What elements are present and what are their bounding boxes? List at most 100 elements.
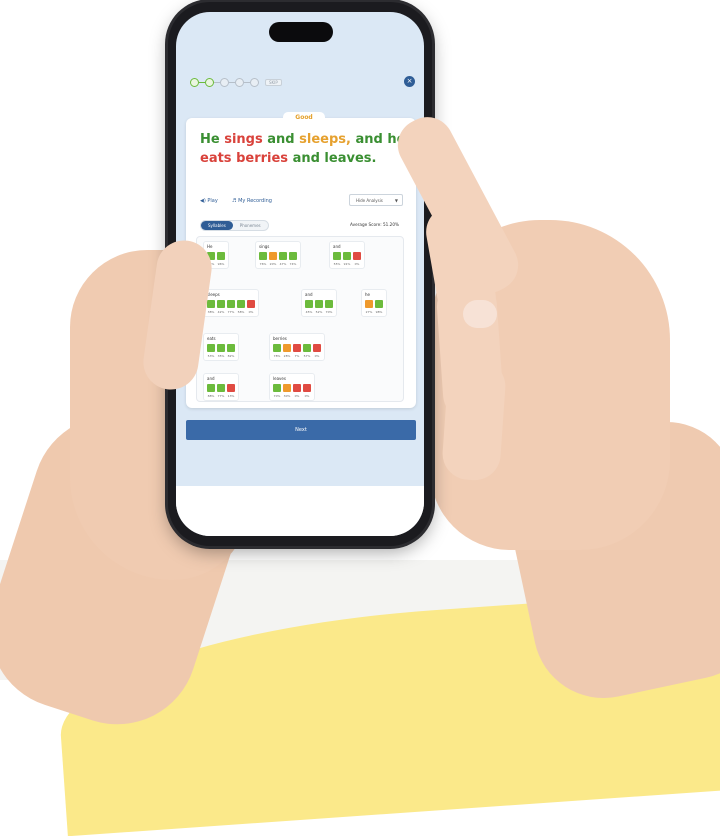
syllable-percent: 38% <box>207 310 215 314</box>
average-score: Average Score: 51.20% <box>350 222 399 227</box>
syllable-percent: 77% <box>217 394 225 398</box>
syllable-cell[interactable] <box>333 252 341 260</box>
syllable-cell[interactable] <box>283 384 291 392</box>
sentence-word: and <box>267 132 295 147</box>
syllable-cell[interactable] <box>217 252 225 260</box>
syllable-cell[interactable] <box>269 252 277 260</box>
word-label: He <box>207 244 213 249</box>
progress-step <box>190 78 199 87</box>
sentence-word: eats <box>200 151 232 166</box>
syllable-percent: 42% <box>217 310 225 314</box>
syllable-percent: 82% <box>227 354 235 358</box>
syllable-cell[interactable] <box>207 300 215 308</box>
syllable-cell[interactable] <box>247 300 255 308</box>
syllable-percent: 30% <box>283 394 291 398</box>
syllable-percent: 77% <box>227 310 235 314</box>
syllable-percent: 0% <box>314 354 320 358</box>
syllable-percent: 0% <box>248 310 254 314</box>
syllable-cell[interactable] <box>217 344 225 352</box>
syllable-percent: 47% <box>279 262 287 266</box>
syllable-percent: 78% <box>273 354 281 358</box>
analysis-tabs: Syllables Phonemes <box>200 220 269 231</box>
sentence-word: and leaves. <box>292 151 377 166</box>
analysis-select-value: Hide Analysis <box>356 198 383 203</box>
progress-step <box>235 78 244 87</box>
syllable-grid: He74%96%sings76%20%47%74%and55%91%0%slee… <box>196 236 404 402</box>
word-label: sleeps <box>207 292 220 297</box>
my-recording-button[interactable]: ♬ My Recording <box>232 198 272 204</box>
syllable-cell[interactable] <box>293 344 301 352</box>
word-label: berries <box>273 336 287 341</box>
dynamic-island <box>269 22 333 42</box>
word-score-block: sleeps 38% 42% 77% 58% 0% <box>203 289 259 317</box>
syllable-percent: 13% <box>227 394 235 398</box>
syllable-percent: 70% <box>325 310 333 314</box>
syllable-percent: 52% <box>315 310 323 314</box>
syllable-percent: 57% <box>303 354 311 358</box>
syllable-cell[interactable] <box>237 300 245 308</box>
syllable-percent: 28% <box>283 354 291 358</box>
syllable-percent: 70% <box>273 394 281 398</box>
word-label: he <box>365 292 370 297</box>
syllable-cell[interactable] <box>313 344 321 352</box>
tab-syllables[interactable]: Syllables <box>201 221 233 230</box>
syllable-percent: 20% <box>269 262 277 266</box>
syllable-percent: 96% <box>217 262 225 266</box>
syllable-percent: 0% <box>354 262 360 266</box>
word-score-block: berries 78% 28% 7% 57% 0% <box>269 333 325 361</box>
skip-button[interactable]: SKIP <box>265 79 282 86</box>
word-label: and <box>305 292 313 297</box>
syllable-cell[interactable] <box>353 252 361 260</box>
analysis-select[interactable]: Hide Analysis ▼ <box>349 194 403 206</box>
word-label: eats <box>207 336 216 341</box>
word-score-block: and 45% 52% 70% <box>301 289 337 317</box>
syllable-cell[interactable] <box>207 384 215 392</box>
syllable-cell[interactable] <box>273 384 281 392</box>
sentence-text: He sings and sleeps, and he eats berries… <box>200 130 410 168</box>
sentence-word: sleeps, <box>299 132 351 147</box>
screen-bottom-area <box>176 486 424 536</box>
syllable-cell[interactable] <box>303 384 311 392</box>
syllable-cell[interactable] <box>375 300 383 308</box>
play-label: Play <box>207 198 218 204</box>
syllable-cell[interactable] <box>305 300 313 308</box>
fingernail <box>463 300 497 328</box>
syllable-cell[interactable] <box>293 384 301 392</box>
syllable-cell[interactable] <box>283 344 291 352</box>
syllable-cell[interactable] <box>217 384 225 392</box>
syllable-cell[interactable] <box>227 344 235 352</box>
syllable-cell[interactable] <box>315 300 323 308</box>
syllable-cell[interactable] <box>273 344 281 352</box>
syllable-cell[interactable] <box>259 252 267 260</box>
word-score-block: and 55% 91% 0% <box>329 241 365 269</box>
tab-phonemes[interactable]: Phonemes <box>233 221 268 230</box>
sentence-word: sings <box>224 132 263 147</box>
syllable-cell[interactable] <box>289 252 297 260</box>
syllable-cell[interactable] <box>227 384 235 392</box>
syllable-cell[interactable] <box>325 300 333 308</box>
word-label: and <box>207 376 215 381</box>
syllable-cell[interactable] <box>279 252 287 260</box>
close-icon[interactable]: × <box>404 76 415 87</box>
exercise-card: Good He sings and sleeps, and he eats be… <box>186 112 416 408</box>
syllable-percent: 0% <box>304 394 310 398</box>
syllable-cell[interactable] <box>227 300 235 308</box>
word-score-block: eats 53% 35% 82% <box>203 333 239 361</box>
play-button[interactable]: ◀) Play <box>200 198 218 204</box>
syllable-cell[interactable] <box>343 252 351 260</box>
phone-screen: SKIP × Good He sings and sleeps, and he … <box>176 12 424 536</box>
syllable-cell[interactable] <box>365 300 373 308</box>
syllable-percent: 88% <box>207 394 215 398</box>
syllable-percent: 53% <box>207 354 215 358</box>
word-score-block: leaves 70% 30% 0% 0% <box>269 373 315 401</box>
syllable-cell[interactable] <box>207 344 215 352</box>
next-button[interactable]: Next <box>186 420 416 440</box>
progress-step <box>250 78 259 87</box>
syllable-percent: 98% <box>375 310 383 314</box>
syllable-cell[interactable] <box>217 300 225 308</box>
syllable-percent: 76% <box>259 262 267 266</box>
syllable-cell[interactable] <box>303 344 311 352</box>
word-score-block: sings 76% 20% 47% 74% <box>255 241 301 269</box>
sentence-word: He <box>200 132 220 147</box>
syllable-percent: 91% <box>343 262 351 266</box>
